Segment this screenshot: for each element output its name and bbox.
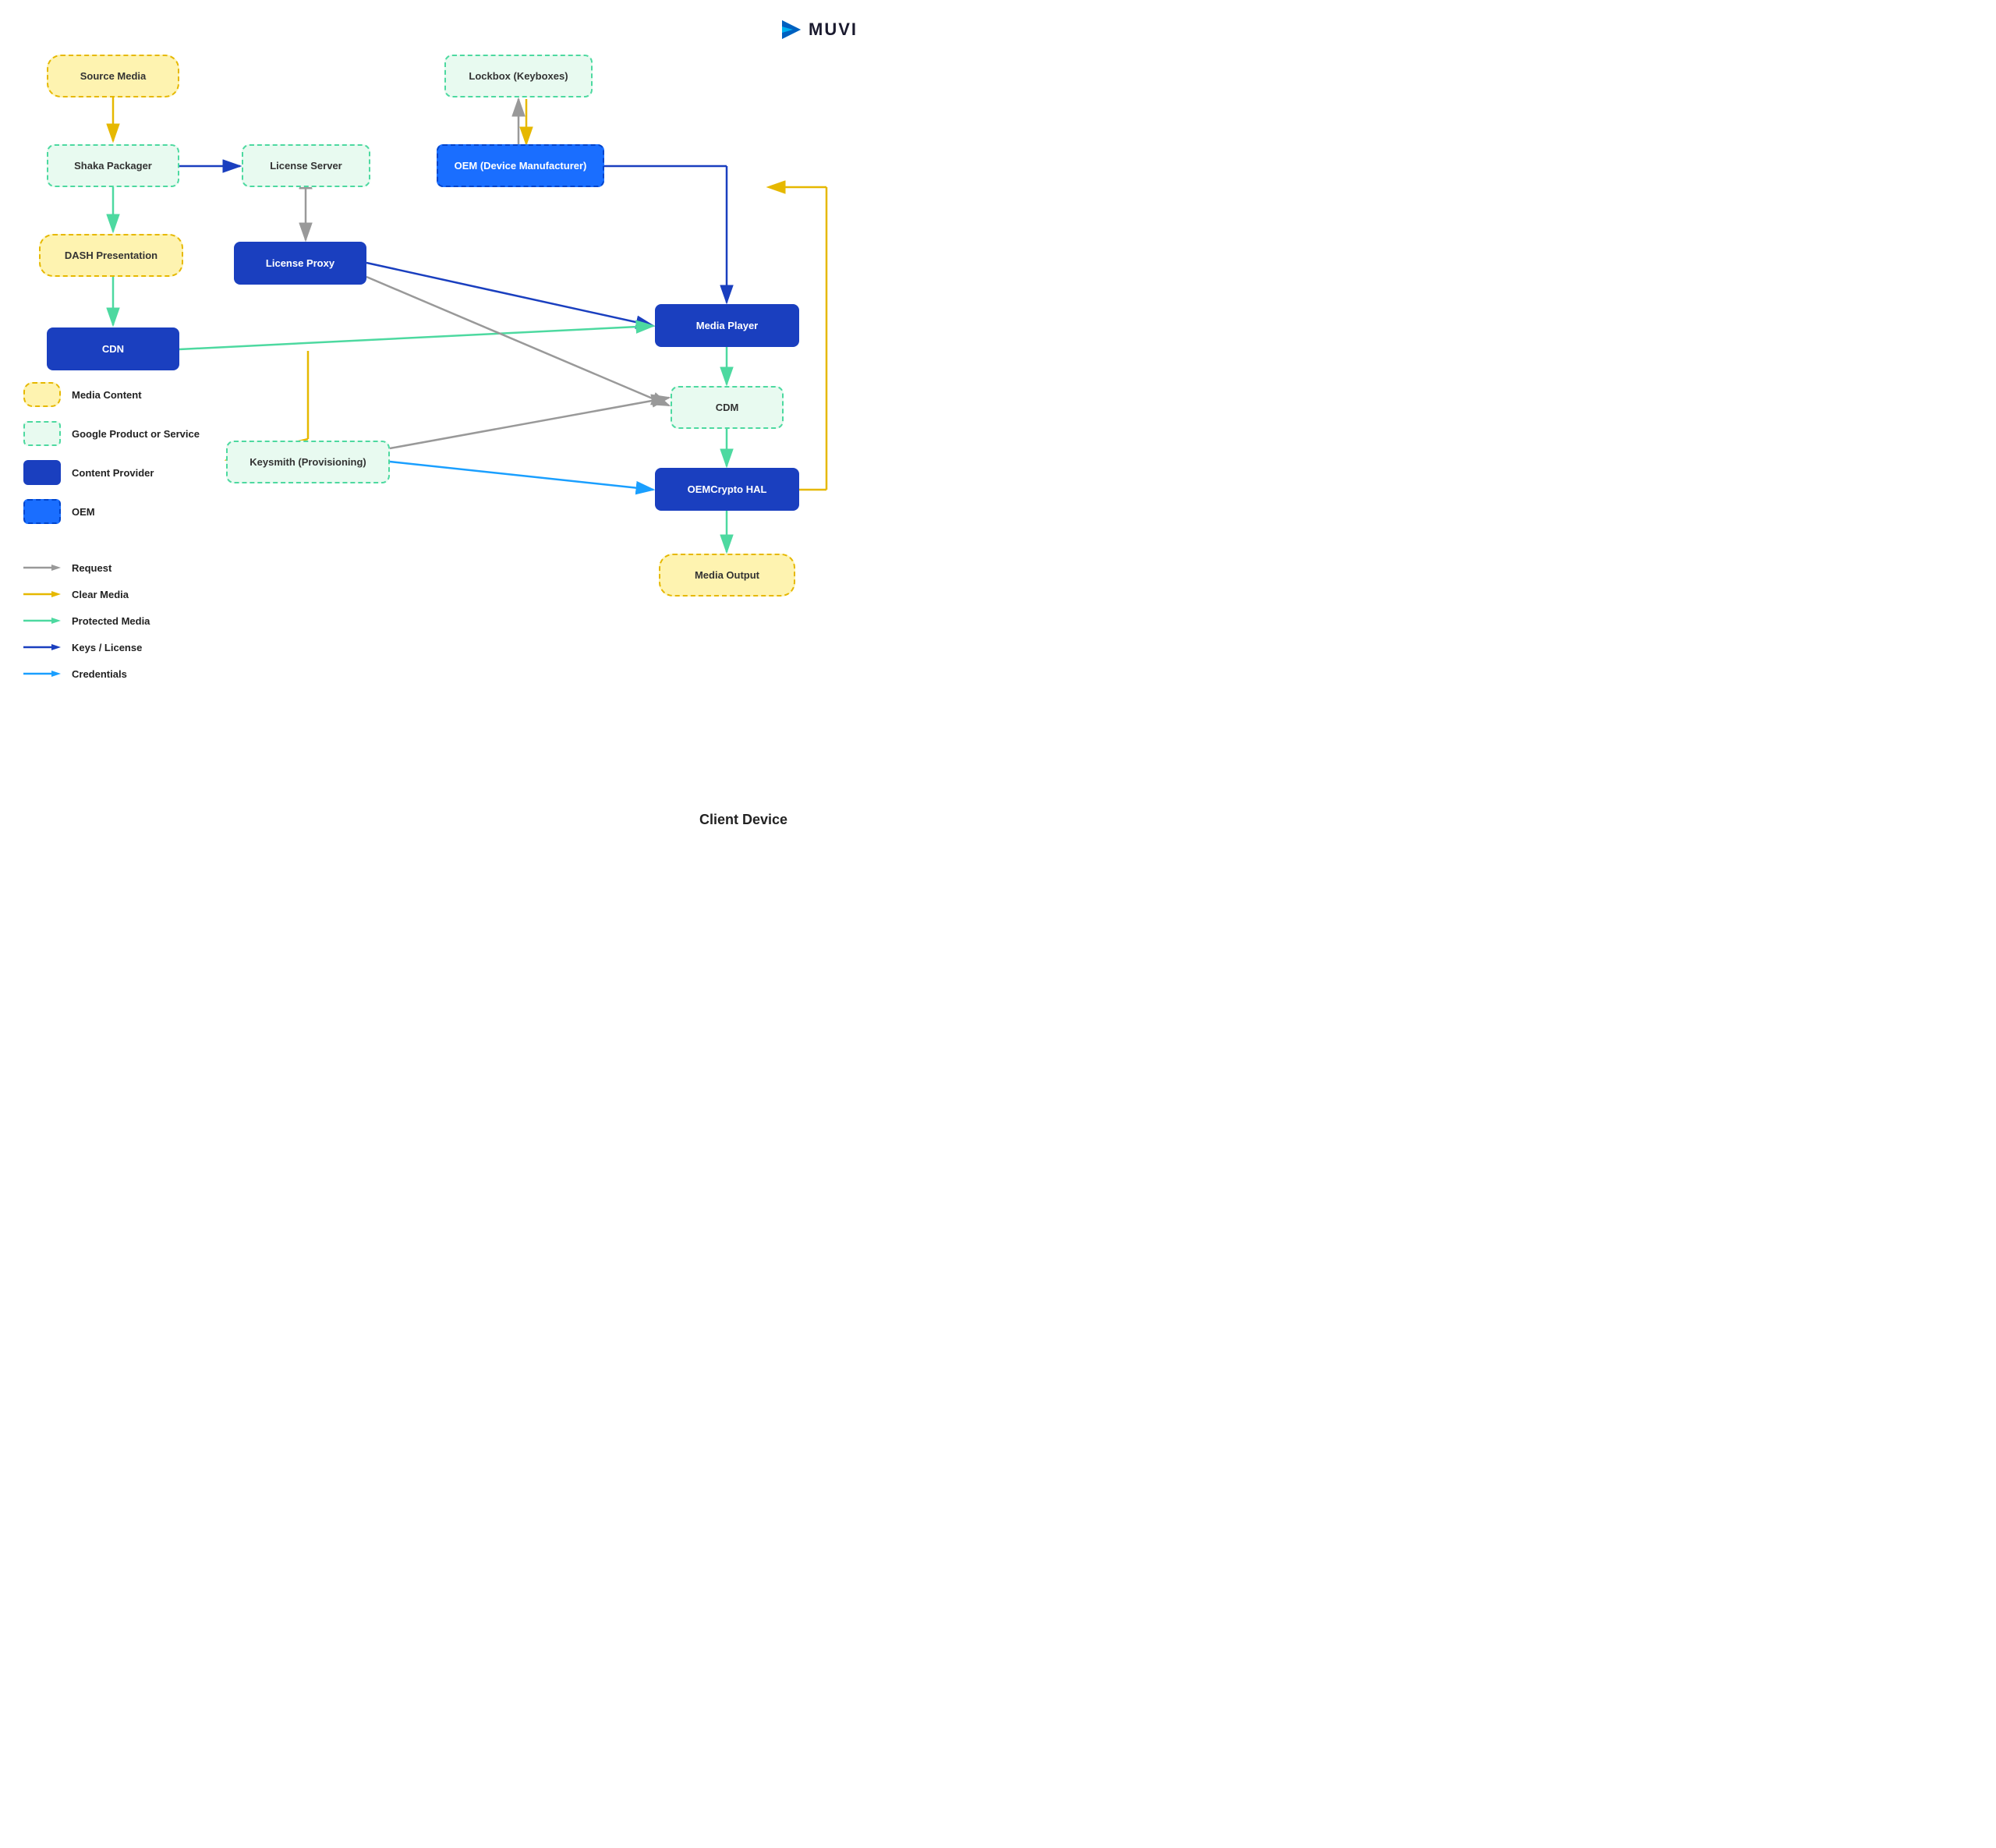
- arrow-line-darkblue: [23, 641, 61, 653]
- legend-icon-yellow: [23, 382, 61, 407]
- legend-label-oem: OEM: [72, 506, 95, 518]
- arrow-line-mint: [23, 614, 61, 627]
- source-media-node: Source Media: [47, 55, 179, 97]
- legend-item-google-product: Google Product or Service: [23, 421, 242, 446]
- legend-item-content-provider: Content Provider: [23, 460, 242, 485]
- oem-device-node: OEM (Device Manufacturer): [437, 144, 604, 187]
- keysmith-node: Keysmith (Provisioning): [226, 441, 390, 483]
- arrow-label-keys-license: Keys / License: [72, 642, 142, 653]
- arrow-legend-clear-media: Clear Media: [23, 588, 242, 600]
- arrow-legend-keys-license: Keys / License: [23, 641, 242, 653]
- legend-label-google-product: Google Product or Service: [72, 428, 200, 440]
- cdn-node: CDN: [47, 327, 179, 370]
- oemcrypto-hal-node: OEMCrypto HAL: [655, 468, 799, 511]
- license-proxy-node: License Proxy: [234, 242, 366, 285]
- legend: Media Content Google Product or Service …: [23, 382, 242, 538]
- cdm-node: CDM: [671, 386, 784, 429]
- logo: MUVI: [779, 17, 858, 42]
- arrow-legend-protected-media: Protected Media: [23, 614, 242, 627]
- dash-presentation-node: DASH Presentation: [39, 234, 183, 277]
- logo-text: MUVI: [809, 19, 858, 40]
- arrow-label-protected-media: Protected Media: [72, 615, 150, 627]
- legend-label-media-content: Media Content: [72, 389, 142, 401]
- arrow-legend: Request Clear Media Protected Media Keys…: [23, 561, 242, 694]
- muvi-logo-icon: [779, 17, 804, 42]
- arrow-label-request: Request: [72, 562, 111, 574]
- media-output-node: Media Output: [659, 554, 795, 597]
- legend-icon-oem: [23, 499, 61, 524]
- legend-icon-darkblue: [23, 460, 61, 485]
- shaka-packager-node: Shaka Packager: [47, 144, 179, 187]
- legend-item-oem: OEM: [23, 499, 242, 524]
- legend-label-content-provider: Content Provider: [72, 467, 154, 479]
- lockbox-node: Lockbox (Keyboxes): [444, 55, 593, 97]
- arrow-label-clear-media: Clear Media: [72, 589, 129, 600]
- arrow-label-credentials: Credentials: [72, 668, 127, 680]
- media-player-node: Media Player: [655, 304, 799, 347]
- arrow-line-blue: [23, 667, 61, 680]
- license-server-node: License Server: [242, 144, 370, 187]
- arrow-legend-credentials: Credentials: [23, 667, 242, 680]
- client-device-label: Client Device: [699, 812, 787, 828]
- legend-icon-mint: [23, 421, 61, 446]
- legend-item-media-content: Media Content: [23, 382, 242, 407]
- arrow-line-yellow: [23, 588, 61, 600]
- arrow-line-gray: [23, 561, 61, 574]
- arrow-legend-request: Request: [23, 561, 242, 574]
